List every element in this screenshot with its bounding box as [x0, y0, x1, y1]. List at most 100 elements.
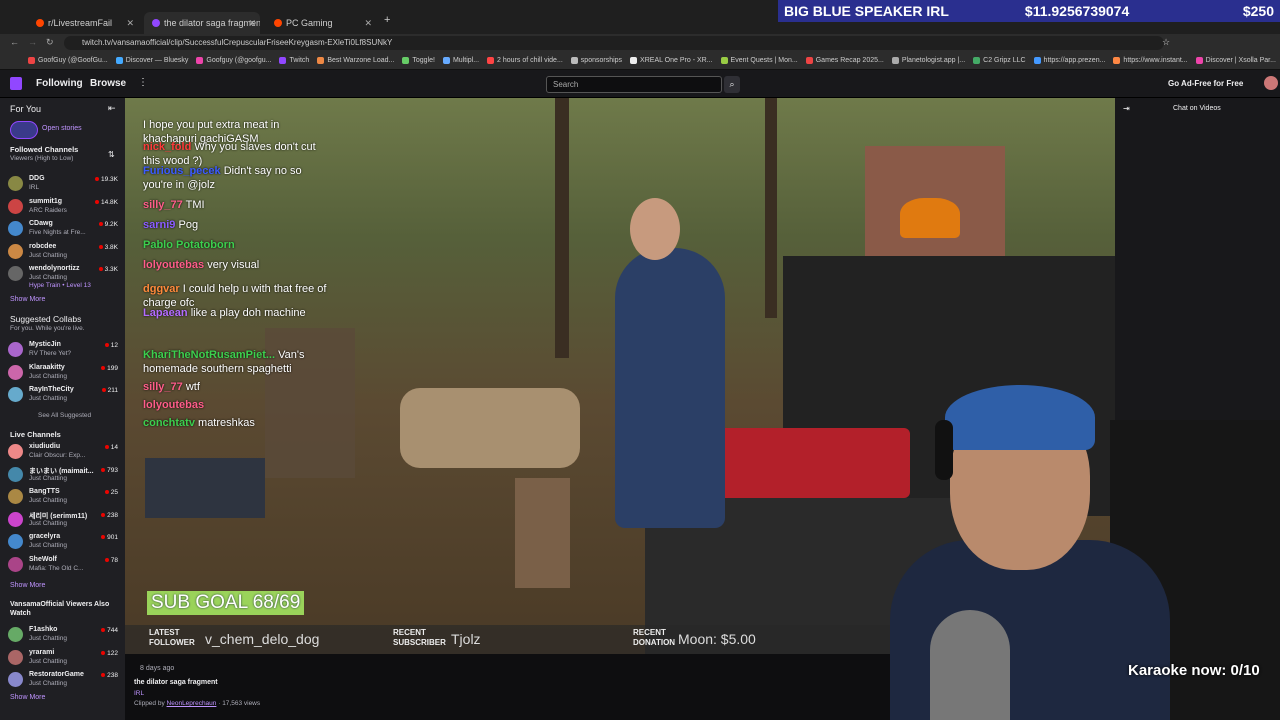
- webcam-headset: [935, 420, 953, 480]
- twitch-logo-icon[interactable]: [10, 77, 22, 90]
- clipper-link[interactable]: NeonLeprechaun: [167, 700, 217, 707]
- webcam-bandana: [945, 385, 1095, 450]
- twitch-top-nav: Following Browse ⋮ Search ⌕ Go Ad-Free f…: [0, 70, 1280, 98]
- channel-avatar: [8, 466, 23, 482]
- open-stories-link[interactable]: Open stories: [42, 125, 82, 132]
- close-icon[interactable]: ✕: [126, 18, 134, 29]
- channel-name: wendolynortizz: [29, 265, 80, 272]
- channel-game: Just Chatting: [29, 542, 67, 549]
- sidebar-channel[interactable]: Klaraakitty Just Chatting 199: [8, 363, 120, 385]
- channel-name: yrarami: [29, 648, 55, 656]
- sort-icon[interactable]: ⇅: [108, 150, 115, 159]
- chat-username: lolyoutebas: [143, 399, 205, 411]
- new-tab-button[interactable]: +: [384, 14, 390, 26]
- sidebar-channel[interactable]: xiudiudiu Clair Obscur: Exp... 14: [8, 442, 120, 464]
- bookmark-item[interactable]: XREAL One Pro - XR...: [630, 57, 713, 64]
- sidebar-channel[interactable]: CDawg Five Nights at Fre... 9.2K: [8, 219, 120, 241]
- sidebar-channel[interactable]: MysticJin RV There Yet? 12: [8, 340, 120, 362]
- reload-icon[interactable]: ↻: [46, 37, 54, 48]
- sidebar-channel[interactable]: RestoratorGame Just Chatting 238: [8, 670, 120, 692]
- bookmark-star-icon[interactable]: ☆: [1162, 37, 1170, 48]
- bookmark-favicon-icon: [115, 57, 123, 64]
- channel-avatar: [8, 444, 23, 459]
- chat-username: Furious_pecek: [143, 165, 221, 177]
- chat-username: sarni9: [143, 219, 176, 231]
- show-more-live[interactable]: Show More: [10, 582, 45, 589]
- viewer-count: 211: [102, 387, 118, 394]
- nav-following[interactable]: Following: [36, 78, 83, 89]
- tab-livestreamfail[interactable]: r/LivestreamFail ✕: [28, 12, 138, 34]
- sidebar-channel[interactable]: F1ashko Just Chatting 744: [8, 625, 120, 647]
- sidebar-channel[interactable]: RayInTheCity Just Chatting 211: [8, 385, 120, 407]
- sidebar-channel[interactable]: wendolynortizz Just Chatting 3.3K Hype Trai…: [8, 264, 120, 289]
- forward-icon[interactable]: →: [28, 37, 37, 47]
- channel-game: Just Chatting: [29, 474, 67, 482]
- bookmark-item[interactable]: Toggle!: [402, 57, 435, 64]
- chat-message: lolyoutebas: [143, 398, 328, 412]
- search-input[interactable]: Search: [546, 76, 722, 93]
- channel-avatar: [8, 364, 23, 380]
- bookmark-item[interactable]: https://app.prezen...: [1033, 57, 1105, 64]
- address-bar: ← → ↻ twitch.tv/vansamaofficial/clip/Suc…: [0, 34, 1280, 52]
- bookmark-item[interactable]: Discover | Xsolla Par...: [1195, 57, 1276, 64]
- avatar[interactable]: [1264, 76, 1278, 90]
- stories-avatar[interactable]: [10, 121, 38, 139]
- bookmark-item[interactable]: sponsorships: [570, 57, 622, 64]
- channel-name: SheWolf: [29, 555, 57, 563]
- url-field[interactable]: twitch.tv/vansamaofficial/clip/Successfu…: [64, 36, 1164, 50]
- bookmark-item[interactable]: Twitch: [279, 57, 309, 64]
- show-more-followed[interactable]: Show More: [10, 296, 45, 303]
- sidebar-channel[interactable]: SheWolf Mafia: The Old C... 78: [8, 555, 120, 577]
- sidebar-channel[interactable]: 세리미 (serimm11) Just Chatting 238: [8, 510, 120, 532]
- followed-sort[interactable]: Viewers (High to Low): [10, 155, 73, 162]
- viewer-count: 238: [101, 672, 118, 679]
- bookmark-item[interactable]: 2 hours of chill vide...: [487, 57, 563, 64]
- close-icon[interactable]: ✕: [364, 18, 372, 29]
- see-all-suggested[interactable]: See All Suggested: [38, 412, 91, 419]
- bookmark-item[interactable]: Planetologist.app |...: [891, 57, 965, 64]
- channel-avatar: [8, 672, 23, 687]
- chat-username: nick_fold: [143, 141, 192, 153]
- show-more-also[interactable]: Show More: [10, 694, 45, 701]
- webcam-overlay: Karaoke now: 0/10: [850, 360, 1280, 720]
- sidebar-channel[interactable]: DDG IRL 19.3K: [8, 174, 120, 196]
- bookmark-item[interactable]: Best Warzone Load...: [317, 57, 394, 64]
- bookmark-favicon-icon: [570, 57, 578, 64]
- channel-game: Just Chatting: [29, 372, 67, 380]
- channel-avatar: [8, 387, 23, 402]
- sidebar-channel[interactable]: gracelyra Just Chatting 901: [8, 532, 120, 554]
- channel-avatar: [8, 243, 23, 259]
- tree-trunk-2: [765, 98, 777, 318]
- bookmark-item[interactable]: Event Quests | Mon...: [720, 57, 798, 64]
- sidebar-channel[interactable]: yrarami Just Chatting 122: [8, 648, 120, 670]
- viewer-count: 793: [101, 467, 118, 474]
- expand-icon[interactable]: ⇥: [1123, 104, 1130, 113]
- more-menu-icon[interactable]: ⋮: [138, 77, 148, 88]
- clip-category[interactable]: IRL: [134, 690, 144, 697]
- bookmark-item[interactable]: Goofguy (@goofgu...: [196, 57, 271, 64]
- sidebar-channel[interactable]: robcdee Just Chatting 3.8K: [8, 242, 120, 264]
- search-icon[interactable]: ⌕: [724, 76, 740, 93]
- channel-game: Just Chatting: [29, 251, 67, 259]
- bookmark-favicon-icon: [1113, 57, 1121, 64]
- sidebar-channel[interactable]: summit1g ARC Raiders 14.8K: [8, 197, 120, 219]
- bookmark-item[interactable]: Discover — Bluesky: [115, 57, 188, 64]
- nav-browse[interactable]: Browse: [90, 78, 126, 89]
- bookmark-item[interactable]: Multipl...: [442, 57, 479, 64]
- close-icon[interactable]: ✕: [248, 18, 256, 29]
- recent-sub: Tjolz: [451, 631, 481, 647]
- bookmark-item[interactable]: https://www.instant...: [1113, 57, 1188, 64]
- tab-active-clip[interactable]: the dilator saga fragment ✕: [144, 12, 260, 34]
- bookmark-item[interactable]: C2 Gripz LLC: [973, 57, 1026, 64]
- sidebar-channel[interactable]: まいまい (maimait... Just Chatting 793: [8, 465, 120, 487]
- bookmark-item[interactable]: GoofGuy (@GoofGu...: [28, 57, 108, 64]
- tab-pc-gaming[interactable]: PC Gaming ✕: [266, 12, 376, 34]
- channel-game: Just Chatting: [29, 395, 67, 402]
- chat-message: sarni9 Pog: [143, 218, 328, 232]
- bookmark-item[interactable]: Games Recap 2025...: [805, 57, 884, 64]
- back-icon[interactable]: ←: [10, 37, 19, 47]
- collapse-icon[interactable]: ⇤: [108, 103, 116, 114]
- streamer-head: [630, 198, 680, 260]
- ad-free-button[interactable]: Go Ad-Free for Free: [1168, 79, 1243, 88]
- sidebar-channel[interactable]: BangTTS Just Chatting 25: [8, 487, 120, 509]
